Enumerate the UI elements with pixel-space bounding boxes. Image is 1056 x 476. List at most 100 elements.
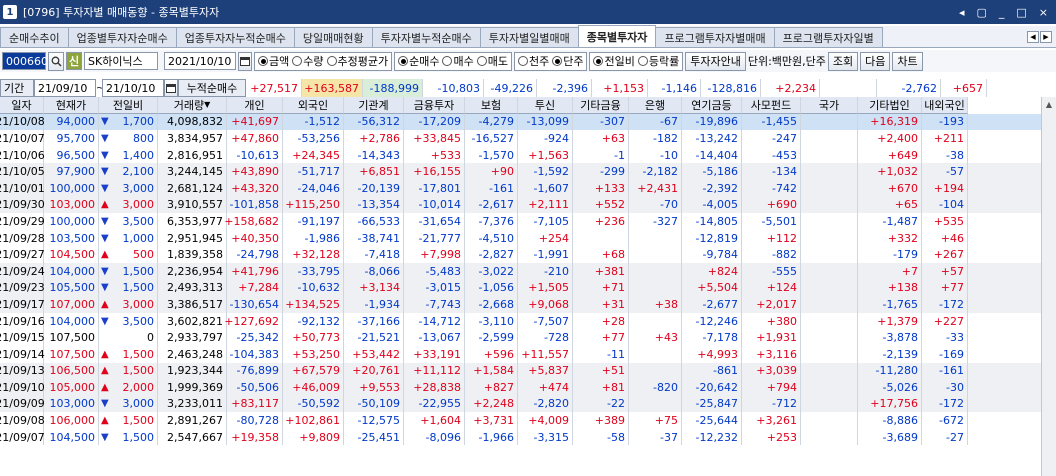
tab-right-icon[interactable]: ▶ (1040, 30, 1052, 43)
column-header[interactable]: 전일비 (99, 97, 158, 114)
column-header[interactable]: 개인 (227, 97, 283, 114)
table-row[interactable]: 21/10/08 94,000 ▼ 1,700 4,098,832 +41,697 -1,5… (0, 113, 1056, 131)
radio-opt1-0[interactable]: 금액 (258, 53, 289, 69)
table-row[interactable]: 21/09/14 107,500 ▲ 1,500 2,463,248 -104,383 +5… (0, 345, 1056, 363)
column-header[interactable]: 투신 (518, 97, 573, 114)
scroll-up-icon[interactable]: ▲ (1042, 97, 1056, 111)
table-row[interactable]: 21/10/06 96,500 ▼ 1,400 2,816,951 -10,613 +24,… (0, 146, 1056, 164)
base-date-input[interactable]: 2021/10/10 (164, 52, 236, 70)
tab-0[interactable]: 순매수추이 (0, 27, 69, 47)
radio-opt1-2[interactable]: 추정평균가 (326, 53, 388, 69)
table-cell: +75 (629, 412, 682, 429)
tab-2[interactable]: 업종투자자누적순매수 (175, 27, 295, 47)
radio-opt2-2[interactable]: 매도 (476, 53, 508, 69)
minimize-icon[interactable]: _ (999, 6, 1005, 19)
tab-left-icon[interactable]: ◀ (1027, 30, 1039, 43)
table-cell: +6,851 (344, 163, 404, 180)
tab-3[interactable]: 당일매매현황 (293, 27, 373, 47)
investor-guide-button[interactable]: 투자자안내 (685, 51, 746, 71)
column-header[interactable]: 사모펀드 (742, 97, 801, 114)
restore-icon[interactable]: ▢ (976, 6, 986, 19)
column-header[interactable]: 국가 (801, 97, 858, 114)
radio-dot-icon (552, 56, 563, 66)
tab-8[interactable]: 프로그램투자자일별 (773, 27, 883, 47)
radio-opt3-0[interactable]: 천주 (517, 53, 549, 69)
table-cell: -172 (922, 296, 968, 313)
stock-code-input[interactable]: 000660 (2, 52, 48, 70)
table-cell: +65 (858, 196, 922, 214)
maximize-icon[interactable]: □ (1016, 6, 1026, 19)
table-cell: +474 (518, 379, 573, 396)
close-icon[interactable]: × (1039, 6, 1048, 19)
table-cell: +254 (518, 229, 573, 247)
query-button[interactable]: 조회 (827, 51, 859, 71)
table-cell: -2,392 (682, 179, 742, 197)
table-row[interactable]: 21/09/30 103,000 ▲ 3,000 3,910,557 -101,858 +1… (0, 196, 1056, 214)
vertical-scrollbar[interactable]: ▲ (1041, 97, 1056, 476)
table-row[interactable]: 21/09/24 104,000 ▼ 1,500 2,236,954 +41,796 -33… (0, 262, 1056, 280)
radio-label: 수량 (303, 55, 324, 68)
table-row[interactable]: 21/09/16 104,000 ▼ 3,500 3,602,821 +127,692 -9… (0, 312, 1056, 330)
table-row[interactable]: 21/09/09 103,000 ▼ 3,000 3,233,011 +83,117 -50… (0, 395, 1056, 413)
search-icon[interactable] (48, 51, 64, 71)
column-header[interactable]: 내외국인 (922, 97, 968, 114)
tab-1[interactable]: 업종별투자자순매수 (67, 27, 177, 47)
table-cell: -20,642 (682, 379, 742, 396)
period-label: 기간 (0, 79, 34, 97)
cumulative-sum-cell: +163,587 (302, 79, 363, 97)
column-header[interactable]: 기관계 (344, 97, 404, 114)
column-header[interactable]: 보험 (465, 97, 518, 114)
column-header[interactable]: 일자 (0, 97, 44, 114)
radio-opt2-0[interactable]: 순매수 (398, 53, 439, 69)
table-cell: ▼ 800 (99, 130, 158, 147)
table-cell: 2,933,797 (158, 329, 227, 346)
tab-7[interactable]: 프로그램투자자별매매 (655, 27, 775, 47)
tab-6[interactable]: 종목별투자자 (577, 25, 657, 47)
table-row[interactable]: 21/09/15 107,500 0 2,933,797 -25,342 +50,773-… (0, 329, 1056, 346)
table-cell: -5,483 (404, 262, 465, 280)
radio-opt4-0[interactable]: 전일비 (593, 53, 635, 69)
column-header[interactable]: 외국인 (283, 97, 344, 114)
table-row[interactable]: 21/09/23 105,500 ▼ 1,500 2,493,313 +7,284 -10,… (0, 279, 1056, 297)
next-button[interactable]: 다음 (860, 51, 891, 71)
period-to-input[interactable]: 21/10/10 (102, 79, 164, 97)
column-header[interactable]: 현재가 (44, 97, 99, 114)
table-row[interactable]: 21/09/07 104,500 ▼ 1,500 2,547,667 +19,358 +9,… (0, 428, 1056, 446)
calendar-icon[interactable] (164, 79, 178, 97)
tab-4[interactable]: 투자자별누적순매수 (371, 27, 481, 47)
radio-opt1-1[interactable]: 수량 (292, 53, 324, 69)
column-header[interactable]: 은행 (629, 97, 682, 114)
table-row[interactable]: 21/09/29 100,000 ▼ 3,500 6,353,977 +158,682 -9… (0, 213, 1056, 230)
table-cell: -7,178 (682, 329, 742, 346)
table-cell: +43,890 (227, 163, 283, 180)
table-cell: 21/09/17 (0, 296, 45, 313)
radio-opt2-1[interactable]: 매수 (442, 53, 474, 69)
table-row[interactable]: 21/09/27 104,500 ▲ 500 1,839,358 -24,798 +32,1… (0, 246, 1056, 263)
prev-icon[interactable]: ◂ (959, 6, 965, 19)
period-from-input[interactable]: 21/09/10 (34, 79, 96, 97)
column-header[interactable]: 기타법인 (858, 97, 922, 114)
table-row[interactable]: 21/09/08 106,000 ▲ 1,500 2,891,267 -80,728 +10… (0, 412, 1056, 429)
table-cell: +3,039 (742, 362, 801, 380)
table-row[interactable]: 21/10/05 97,900 ▼ 2,100 3,244,145 +43,890 -51,… (0, 163, 1056, 180)
table-row[interactable]: 21/10/07 95,700 ▼ 800 3,834,957 +47,860 -53,25… (0, 130, 1056, 147)
radio-opt3-1[interactable]: 단주 (552, 53, 583, 69)
table-row[interactable]: 21/10/01 100,000 ▼ 3,000 2,681,124 +43,320 -24… (0, 179, 1056, 197)
table-row[interactable]: 21/09/17 107,000 ▲ 3,000 3,386,517 -130,654 +1… (0, 296, 1056, 313)
table-cell: +33,191 (404, 345, 465, 363)
table-row[interactable]: 21/09/28 103,500 ▼ 1,000 2,951,945 +40,350 -1,… (0, 229, 1056, 247)
down-arrow-icon: ▼ (101, 315, 109, 327)
column-header[interactable]: 거래량 ▼ (158, 97, 227, 114)
table-row[interactable]: 21/09/13 106,500 ▲ 1,500 1,923,344 -76,899 +67… (0, 362, 1056, 380)
radio-opt4-1[interactable]: 등락률 (637, 53, 679, 69)
sort-dropdown-icon[interactable]: ▼ (204, 100, 210, 109)
chart-button[interactable]: 차트 (892, 51, 923, 71)
column-header[interactable]: 금융투자 (404, 97, 465, 114)
tab-5[interactable]: 투자자별일별매매 (479, 27, 579, 47)
table-cell (801, 296, 858, 313)
calendar-icon[interactable] (238, 51, 252, 71)
column-header[interactable]: 기타금융 (573, 97, 629, 114)
column-header[interactable]: 연기금등 (682, 97, 742, 114)
table-cell: 3,602,821 (158, 312, 227, 330)
table-row[interactable]: 21/09/10 105,000 ▲ 2,000 1,999,369 -50,506 +46… (0, 379, 1056, 396)
